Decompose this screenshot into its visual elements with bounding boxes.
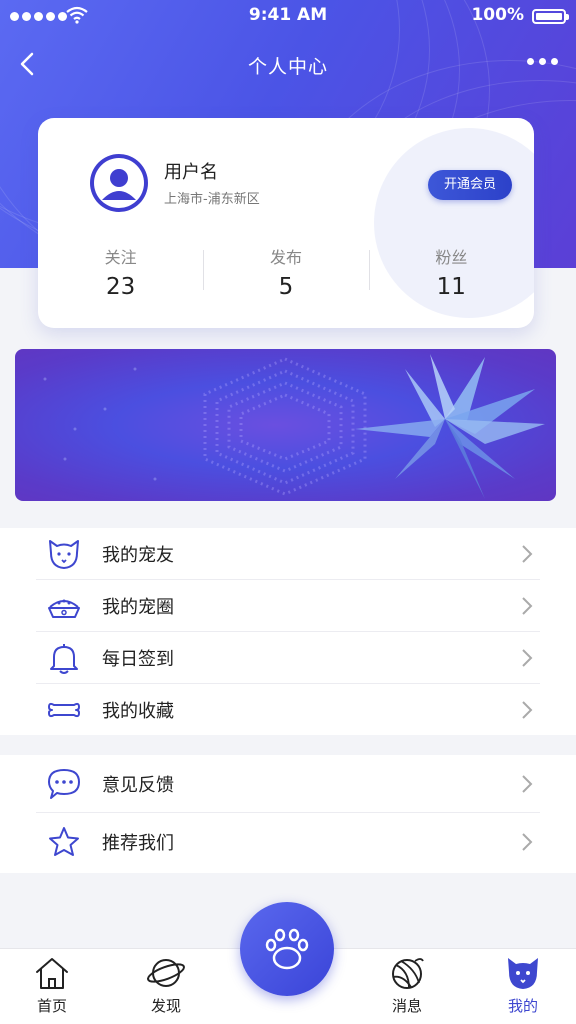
tab-label: 消息 [391,997,422,1015]
paw-icon [265,928,309,970]
tab-discover[interactable]: 发现 [126,955,206,1021]
chevron-right-icon [522,833,533,851]
stat-label: 发布 [269,248,302,267]
user-location: 上海市-浦东新区 [164,192,260,207]
menu-item-label: 每日签到 [102,648,174,670]
menu-item-recommend-us[interactable]: 推荐我们 [36,813,540,871]
more-icon[interactable] [527,58,558,65]
tab-label: 首页 [36,997,67,1015]
chevron-right-icon [522,774,533,793]
page-title: 个人中心 [247,56,328,78]
stat-posts[interactable]: 发布 5 [203,244,368,304]
tab-messages[interactable]: 消息 [367,955,447,1021]
avatar[interactable] [90,154,148,212]
home-icon [36,958,68,989]
menu-group-other: 意见反馈 推荐我们 [0,755,576,873]
menu-item-feedback[interactable]: 意见反馈 [36,755,540,813]
banner-artwork [43,354,545,499]
chat-bubble-icon [48,768,80,799]
dog-face-icon [508,958,538,989]
menu-item-my-pet-friends[interactable]: 我的宠友 [36,528,540,580]
battery-percent: 100% [471,5,524,25]
menu-item-label: 我的宠友 [102,544,174,566]
stats-row: 关注 23 发布 5 粉丝 11 [38,244,534,304]
stat-label: 粉丝 [435,248,468,267]
battery-icon [532,9,569,24]
open-membership-button[interactable]: 开通会员 [427,170,512,200]
promo-banner[interactable] [15,349,556,501]
stat-following[interactable]: 关注 23 [38,244,203,304]
tab-mine[interactable]: 我的 [483,955,563,1021]
pet-bowl-icon [48,599,80,618]
chevron-right-icon [522,596,533,615]
chevron-right-icon [522,648,533,667]
user-avatar-icon [94,158,144,208]
stat-value: 11 [436,274,466,300]
stat-value: 23 [106,274,136,300]
tab-label: 我的 [507,997,538,1015]
chevron-right-icon [522,701,533,719]
yarn-ball-icon [392,958,424,989]
menu-item-label: 我的宠圈 [102,596,174,618]
status-bar: 9:41 AM 100% [0,0,576,34]
tab-label: 发现 [150,997,181,1015]
menu-item-my-pet-circle[interactable]: 我的宠圈 [36,580,540,632]
username: 用户名 [164,162,218,183]
menu-group-pets: 我的宠友 我的宠圈 每日签到 我的收藏 [0,528,576,735]
menu-item-my-favorites[interactable]: 我的收藏 [36,684,540,736]
chevron-right-icon [522,544,533,563]
paw-post-button[interactable] [240,902,334,996]
nav-bar: 个人中心 [0,40,576,88]
stat-value: 5 [278,274,294,300]
menu-item-daily-check-in[interactable]: 每日签到 [36,632,540,684]
planet-icon [147,959,185,987]
stat-label: 关注 [104,248,137,267]
tab-home[interactable]: 首页 [12,955,92,1021]
star-icon [49,827,79,856]
bell-icon [50,643,78,674]
dog-face-icon [49,539,79,569]
menu-item-label: 推荐我们 [102,833,174,854]
profile-card: 用户名 上海市-浦东新区 开通会员 关注 23 发布 5 粉丝 11 [38,118,534,328]
menu-item-label: 意见反馈 [102,774,174,796]
bone-icon [48,702,80,718]
menu-item-label: 我的收藏 [102,701,174,722]
stat-followers[interactable]: 粉丝 11 [368,244,534,304]
